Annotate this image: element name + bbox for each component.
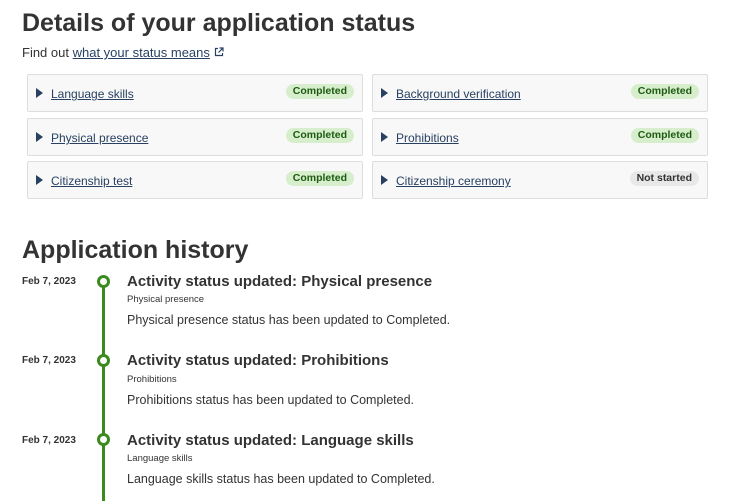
card-label[interactable]: Language skills xyxy=(51,87,134,101)
status-card-prohibitions[interactable]: Prohibitions Completed xyxy=(372,118,708,156)
status-badge: Not started xyxy=(629,171,699,186)
external-link-icon xyxy=(214,47,224,57)
status-card-citizenship-test[interactable]: Citizenship test Completed xyxy=(27,161,363,199)
timeline-node-icon xyxy=(97,275,110,288)
status-card-background-verification[interactable]: Background verification Completed xyxy=(372,74,708,112)
card-label[interactable]: Physical presence xyxy=(51,131,148,145)
card-label[interactable]: Citizenship test xyxy=(51,174,132,188)
status-badge: Completed xyxy=(285,84,354,99)
page-title: Details of your application status xyxy=(22,9,416,37)
expand-triangle-icon xyxy=(381,132,388,142)
status-badge: Completed xyxy=(630,84,699,99)
timeline-line xyxy=(102,280,105,501)
status-badge: Completed xyxy=(630,128,699,143)
card-label[interactable]: Prohibitions xyxy=(396,131,459,145)
history-entry-description: Language skills status has been updated … xyxy=(127,472,435,486)
expand-triangle-icon xyxy=(36,88,43,98)
status-badge: Completed xyxy=(285,128,354,143)
history-entry-title: Activity status updated: Prohibitions xyxy=(127,352,389,369)
history-date: Feb 7, 2023 xyxy=(22,435,76,446)
history-entry-subtitle: Language skills xyxy=(127,453,193,464)
history-date: Feb 7, 2023 xyxy=(22,276,76,287)
timeline-node-icon xyxy=(97,354,110,367)
history-entry-title: Activity status updated: Physical presen… xyxy=(127,273,433,290)
status-card-citizenship-ceremony[interactable]: Citizenship ceremony Not started xyxy=(372,161,708,199)
history-entry-title: Activity status updated: Language skills xyxy=(127,432,414,449)
expand-triangle-icon xyxy=(381,88,388,98)
history-date: Feb 7, 2023 xyxy=(22,355,76,366)
find-out-label: Find out xyxy=(22,45,69,60)
status-card-physical-presence[interactable]: Physical presence Completed xyxy=(27,118,363,156)
expand-triangle-icon xyxy=(36,175,43,185)
expand-triangle-icon xyxy=(381,175,388,185)
timeline-node-icon xyxy=(97,433,110,446)
history-entry-subtitle: Physical presence xyxy=(127,294,205,305)
status-card-language-skills[interactable]: Language skills Completed xyxy=(27,74,363,112)
history-entry-description: Prohibitions status has been updated to … xyxy=(127,393,414,407)
card-label[interactable]: Citizenship ceremony xyxy=(396,174,511,188)
status-help-text: Find out what your status means xyxy=(22,45,224,60)
history-title: Application history xyxy=(22,236,249,264)
card-label[interactable]: Background verification xyxy=(396,87,521,101)
status-meaning-link[interactable]: what your status means xyxy=(73,45,210,60)
expand-triangle-icon xyxy=(36,132,43,142)
history-entry-description: Physical presence status has been update… xyxy=(127,313,451,327)
status-badge: Completed xyxy=(285,171,354,186)
history-entry-subtitle: Prohibitions xyxy=(127,374,177,385)
